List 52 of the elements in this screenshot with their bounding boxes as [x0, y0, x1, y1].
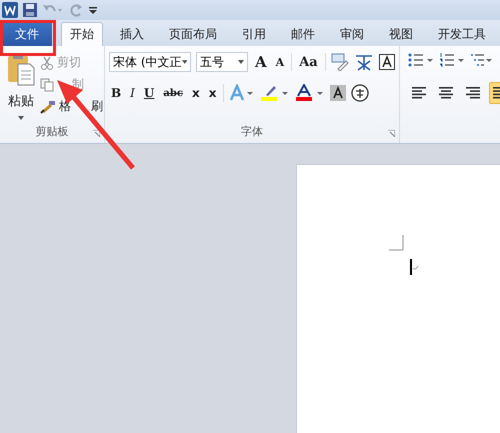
- dropdown-icon: [18, 116, 24, 120]
- clear-format-icon[interactable]: [330, 53, 349, 71]
- save-icon[interactable]: [22, 2, 38, 18]
- text-style-button[interactable]: U: [142, 86, 156, 100]
- text-style-button[interactable]: abc: [161, 88, 185, 98]
- character-border-icon[interactable]: [378, 54, 395, 70]
- format-painter-label: 格: [59, 98, 71, 115]
- align-icon: [412, 86, 426, 100]
- format-painter-button[interactable]: 格 刷: [40, 98, 103, 115]
- align-icon: [438, 86, 453, 100]
- grow-font-button[interactable]: A: [253, 53, 269, 71]
- ribbon-tab[interactable]: 引用: [234, 22, 274, 46]
- ribbon-tab[interactable]: 邮件: [283, 22, 323, 46]
- multilevel-list-icon[interactable]: [470, 52, 492, 68]
- group-label: 字体: [240, 124, 263, 139]
- phonetic-guide-icon[interactable]: [354, 52, 374, 72]
- font-size-field[interactable]: 五号: [196, 52, 248, 72]
- file-tab[interactable]: 文件: [2, 22, 52, 46]
- dropdown-icon: [182, 60, 187, 64]
- scissors-icon: [40, 56, 54, 70]
- font-name-field[interactable]: 宋体 (中文正: [109, 52, 191, 72]
- dialog-launcher-icon[interactable]: [93, 130, 100, 137]
- brush-icon: [40, 100, 56, 114]
- copy-icon: [40, 78, 54, 92]
- change-case-button[interactable]: Aa: [297, 54, 320, 70]
- dialog-launcher-icon[interactable]: [388, 130, 395, 137]
- font-color-icon[interactable]: [295, 84, 326, 102]
- ribbon-tab[interactable]: 视图: [381, 22, 421, 46]
- text-style-button[interactable]: x: [190, 86, 202, 100]
- character-shading-icon[interactable]: [330, 85, 346, 101]
- align-icon: [466, 86, 480, 100]
- enclosed-character-icon[interactable]: [351, 84, 370, 102]
- text-style-button[interactable]: B: [109, 86, 124, 100]
- word-logo-icon[interactable]: [2, 2, 18, 18]
- numbered-list-icon[interactable]: [438, 52, 465, 68]
- ribbon-tab[interactable]: 开发工具: [430, 22, 494, 46]
- text-style-button[interactable]: I: [128, 86, 137, 100]
- format-painter-label: 刷: [91, 98, 103, 115]
- text-cursor-icon: [409, 259, 419, 275]
- shrink-font-button[interactable]: A: [274, 56, 286, 68]
- text-style-button[interactable]: x: [206, 86, 218, 100]
- dropdown-icon: [238, 60, 244, 64]
- paste-button[interactable]: 粘贴: [4, 52, 38, 120]
- margin-corner-icon: [389, 235, 404, 251]
- highlighter-icon[interactable]: [260, 84, 290, 102]
- highlight-frame: [0, 20, 56, 56]
- ribbon-tab[interactable]: 插入: [112, 22, 152, 46]
- bullet-list-icon[interactable]: [408, 52, 434, 68]
- ribbon-tab[interactable]: 页面布局: [161, 22, 225, 46]
- ribbon-tab[interactable]: 开始: [61, 22, 103, 46]
- group-label: 剪贴板: [36, 124, 68, 139]
- ribbon-tab[interactable]: 审阅: [332, 22, 372, 46]
